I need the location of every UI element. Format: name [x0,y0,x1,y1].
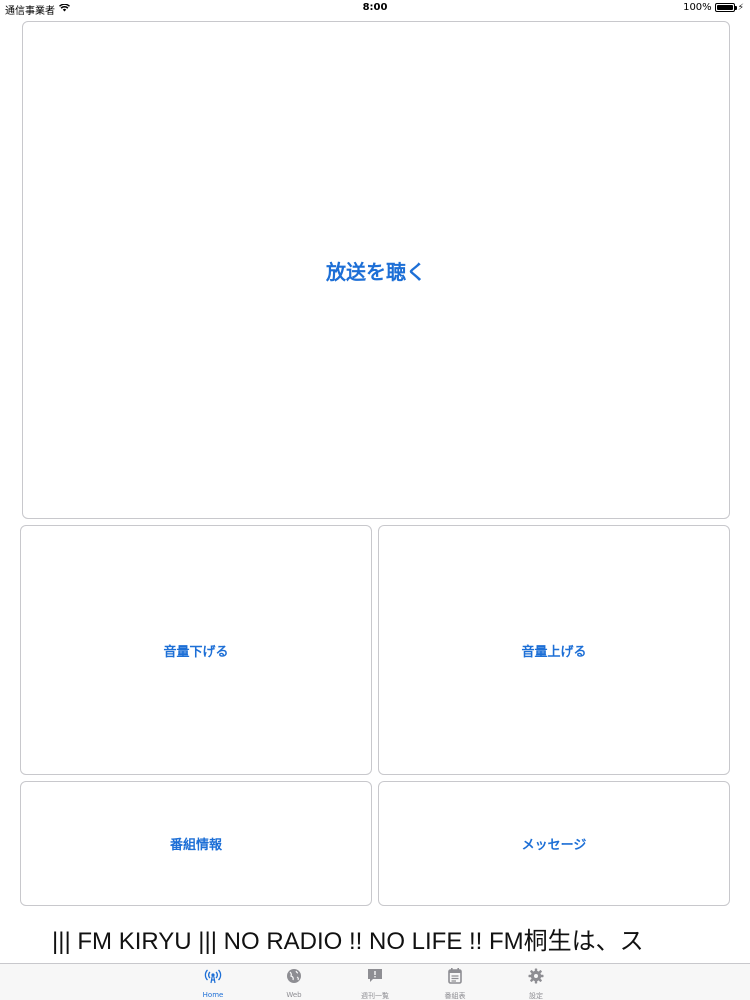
tab-weekly-list-label: 週刊一覧 [361,992,389,1000]
tab-schedule-label: 番組表 [444,992,466,1000]
message-button[interactable]: メッセージ [378,781,730,906]
volume-up-label: 音量上げる [521,644,587,660]
battery-percent: 100% [683,2,712,13]
listen-label: 放送を聴く [326,259,426,284]
tab-web-label: Web [286,991,302,999]
tab-home-label: Home [202,991,224,999]
message-icon [366,967,384,989]
tab-web[interactable]: Web [264,967,324,999]
tab-home[interactable]: Home [183,967,243,999]
tab-weekly-list[interactable]: 週刊一覧 [345,967,405,1000]
tab-settings[interactable]: 設定 [506,967,566,1000]
volume-down-button[interactable]: 音量下げる [20,525,372,775]
volume-up-button[interactable]: 音量上げる [378,525,730,775]
globe-icon [285,967,303,989]
gear-icon [527,967,545,989]
program-info-label: 番組情報 [169,838,222,853]
news-ticker: ||| FM KIRYU ||| NO RADIO !! NO LIFE !! … [0,915,730,959]
tab-bar: Home Web 週刊一覧 番組表 設定 [0,963,750,1000]
calendar-icon [446,967,464,989]
status-bar: 通信事業者 8:00 100% ⚡ [0,0,750,17]
battery-icon [714,3,737,12]
battery-fill [716,5,733,10]
listen-button[interactable]: 放送を聴く [22,21,730,519]
volume-down-label: 音量下げる [163,644,229,660]
tab-schedule[interactable]: 番組表 [425,967,485,1000]
message-label: メッセージ [521,838,587,853]
tab-settings-label: 設定 [529,992,543,1000]
status-right: 100% ⚡ [683,2,744,13]
antenna-icon [204,967,222,989]
ticker-text: ||| FM KIRYU ||| NO RADIO !! NO LIFE !! … [52,928,644,955]
program-info-button[interactable]: 番組情報 [20,781,372,906]
charging-icon: ⚡ [737,2,744,13]
clock: 8:00 [362,2,388,13]
